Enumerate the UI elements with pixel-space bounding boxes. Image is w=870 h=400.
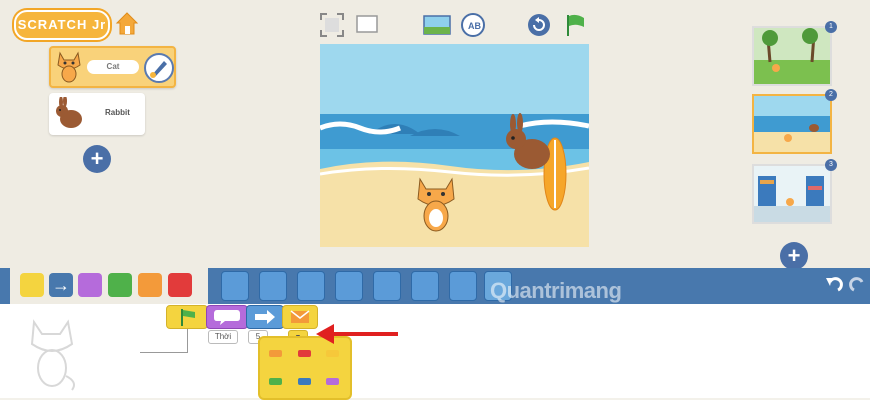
home-icon[interactable] xyxy=(114,10,140,36)
svg-text:AB: AB xyxy=(468,21,481,31)
scratchjr-logo[interactable]: SCRATCH Jr xyxy=(14,10,110,40)
category-sound[interactable] xyxy=(108,273,132,297)
category-motion[interactable]: → xyxy=(49,273,73,297)
color-orange[interactable] xyxy=(269,350,282,357)
scene-number: 3 xyxy=(825,159,837,171)
say-block[interactable] xyxy=(206,305,248,329)
turn-right-block[interactable] xyxy=(373,271,401,301)
cat-ghost-icon xyxy=(26,316,78,394)
color-red[interactable] xyxy=(298,350,311,357)
turn-left-block[interactable] xyxy=(411,271,439,301)
move-right-block-script[interactable] xyxy=(246,305,284,329)
say-text-field[interactable]: Thời xyxy=(208,330,238,344)
divider-line xyxy=(140,352,188,353)
cat-thumbnail xyxy=(55,51,83,88)
sprite-name-rabbit: Rabbit xyxy=(105,108,130,117)
watermark: Quantrimang xyxy=(490,278,622,303)
color-purple[interactable] xyxy=(326,378,339,385)
text-tool-icon[interactable]: AB xyxy=(460,12,486,38)
add-sprite-button[interactable]: + xyxy=(49,140,145,178)
category-triggering[interactable] xyxy=(20,273,44,297)
scene-number: 1 xyxy=(825,21,837,33)
move-left-block[interactable] xyxy=(259,271,287,301)
move-down-block[interactable] xyxy=(335,271,363,301)
sprite-name-cat[interactable]: Cat xyxy=(87,60,139,74)
paint-editor-icon[interactable] xyxy=(144,53,174,83)
hop-block[interactable] xyxy=(449,271,477,301)
send-message-block[interactable] xyxy=(282,305,318,329)
color-green[interactable] xyxy=(269,378,282,385)
fullscreen-icon[interactable] xyxy=(319,12,345,38)
category-control[interactable] xyxy=(138,273,162,297)
sprite-card-cat[interactable]: Cat xyxy=(49,46,176,88)
green-flag-icon[interactable] xyxy=(562,12,588,38)
stage[interactable] xyxy=(320,44,589,247)
divider-line xyxy=(187,327,188,353)
category-looks[interactable] xyxy=(78,273,102,297)
scene-thumbnail-1[interactable]: 1 xyxy=(752,21,837,86)
move-right-block[interactable] xyxy=(221,271,249,301)
add-scene-button[interactable]: + xyxy=(780,242,808,270)
color-blue[interactable] xyxy=(298,378,311,385)
plus-icon: + xyxy=(83,145,111,173)
move-up-block[interactable] xyxy=(297,271,325,301)
background-picker-icon[interactable] xyxy=(423,12,451,38)
reset-icon[interactable] xyxy=(526,12,552,38)
category-end[interactable] xyxy=(168,273,192,297)
sprite-card-rabbit[interactable]: Rabbit xyxy=(49,93,145,135)
scene-number: 2 xyxy=(825,89,837,101)
start-on-green-flag-block[interactable] xyxy=(166,305,208,329)
scene-thumbnail-2[interactable]: 2 xyxy=(752,89,837,154)
rabbit-thumbnail xyxy=(53,95,85,136)
undo-redo[interactable] xyxy=(822,274,866,298)
grid-toggle-icon[interactable] xyxy=(355,12,381,38)
script-area[interactable] xyxy=(0,304,870,398)
scene-thumbnail-3[interactable]: 3 xyxy=(752,159,837,224)
annotation-arrow xyxy=(316,320,400,353)
